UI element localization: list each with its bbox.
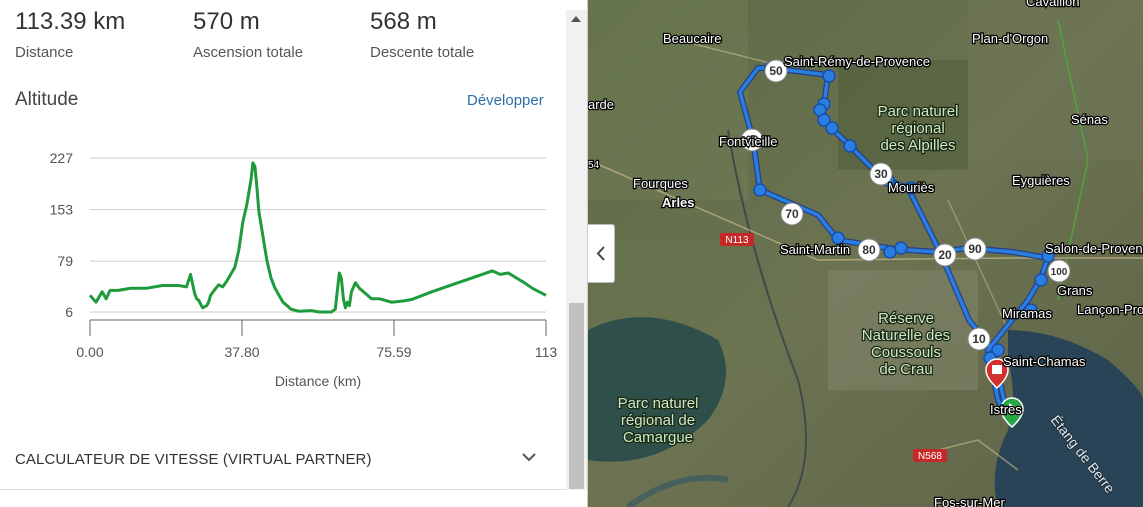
ascent-value: 570 m xyxy=(193,8,260,35)
label-fourques: Fourques xyxy=(633,176,688,191)
label-fontvieille: Fontvieille xyxy=(719,134,778,149)
y-tick-label: 227 xyxy=(50,150,74,166)
y-tick-label: 6 xyxy=(65,304,73,320)
altitude-line xyxy=(88,161,547,314)
speed-calculator-label: CALCULATEUR DE VITESSE (VIRTUAL PARTNER) xyxy=(15,451,372,468)
collapse-panel-button[interactable] xyxy=(588,224,615,283)
scroll-up-arrow-icon[interactable] xyxy=(571,16,581,22)
svg-text:80: 80 xyxy=(862,243,876,257)
distance-value: 113.39 km xyxy=(15,8,126,35)
altitude-heading: Altitude xyxy=(15,89,79,110)
label-salon: Salon-de-Provence xyxy=(1045,241,1143,256)
x-tick-label: 0.00 xyxy=(76,344,103,360)
label-reserve-1: Réserve xyxy=(878,310,934,327)
scrollbar[interactable] xyxy=(566,10,587,490)
stat-ascent: 570 m Ascension totale xyxy=(193,8,303,61)
label-eyguieres: Eyguières xyxy=(1012,173,1070,188)
x-tick-label: 75.59 xyxy=(376,344,411,360)
descent-value: 568 m xyxy=(370,8,437,35)
svg-text:70: 70 xyxy=(785,207,799,221)
km-marker-90: 90 xyxy=(963,237,987,261)
svg-text:10: 10 xyxy=(972,332,986,346)
label-saint-remy: Saint-Rémy-de-Provence xyxy=(784,54,930,69)
chart-grid xyxy=(90,157,546,313)
label-reserve-2: Naturelle des xyxy=(862,327,950,344)
x-axis-label: Distance (km) xyxy=(275,373,361,389)
chevron-left-icon xyxy=(596,246,605,261)
label-istres: Istres xyxy=(990,402,1022,417)
svg-text:50: 50 xyxy=(769,64,783,78)
label-beaucaire: Beaucaire xyxy=(663,31,722,46)
y-axis-ticks: 227 153 79 6 xyxy=(50,150,74,320)
distance-label: Distance xyxy=(15,44,74,61)
stat-descent: 568 m Descente totale xyxy=(370,8,474,61)
y-tick-label: 79 xyxy=(57,253,73,269)
svg-text:30: 30 xyxy=(874,167,888,181)
label-saint-martin: Saint-Martin xyxy=(780,242,850,257)
label-parc-alpilles-1: Parc naturel xyxy=(878,103,959,120)
speed-calculator-section[interactable]: CALCULATEUR DE VITESSE (VIRTUAL PARTNER) xyxy=(0,432,566,490)
label-camargue-1: Parc naturel xyxy=(618,395,699,412)
label-camargue-2: régional de xyxy=(621,412,695,429)
ascent-label: Ascension totale xyxy=(193,44,304,61)
label-parc-alpilles-2: régional xyxy=(891,120,944,137)
scrollbar-thumb[interactable] xyxy=(569,303,584,489)
x-tick-label: 37.80 xyxy=(224,344,259,360)
road-shield-n113: N113 xyxy=(720,233,754,246)
km-marker-20: 20 xyxy=(933,243,957,267)
label-lancon: Lançon-Provence xyxy=(1077,302,1143,317)
svg-text:N568: N568 xyxy=(918,451,942,462)
svg-text:100: 100 xyxy=(1051,267,1068,278)
label-cavaillon: Cavaillon xyxy=(1026,0,1079,9)
label-parc-alpilles-3: des Alpilles xyxy=(880,137,955,154)
svg-text:20: 20 xyxy=(938,248,952,262)
label-senas: Sénas xyxy=(1071,112,1108,127)
km-marker-80: 80 xyxy=(857,238,881,262)
activity-details-panel: 113.39 km Distance 570 m Ascension total… xyxy=(0,0,566,507)
descent-label: Descente totale xyxy=(370,44,475,61)
label-mouries: Mouriès xyxy=(888,180,935,195)
label-arles: Arles xyxy=(662,195,695,210)
altitude-chart: 227 153 79 6 0.00 37.80 75.59 113 Distance (km… xyxy=(50,150,558,389)
svg-text:90: 90 xyxy=(968,242,982,256)
label-arde: arde xyxy=(588,97,614,112)
km-marker-70: 70 xyxy=(780,202,804,226)
x-axis: 0.00 37.80 75.59 113 xyxy=(76,319,558,360)
km-marker-10: 10 xyxy=(967,327,991,351)
label-camargue-3: Camargue xyxy=(623,429,693,446)
label-reserve-4: de Crau xyxy=(879,361,932,378)
stat-distance: 113.39 km Distance xyxy=(15,8,125,61)
y-tick-label: 153 xyxy=(50,202,74,218)
chevron-down-icon[interactable] xyxy=(520,448,538,466)
label-saint-chamas: Saint-Chamas xyxy=(1003,354,1086,369)
svg-text:N113: N113 xyxy=(725,235,749,246)
label-reserve-3: Coussouls xyxy=(871,344,941,361)
x-tick-label: 113 xyxy=(535,344,558,360)
road-shield-n568: N568 xyxy=(913,449,947,462)
label-fos-sur-mer: Fos-sur-Mer xyxy=(934,495,1005,507)
label-miramas: Miramas xyxy=(1002,306,1052,321)
label-road-54: 54 xyxy=(588,160,600,171)
km-marker-100: 100 xyxy=(1047,259,1071,283)
expand-link[interactable]: Développer xyxy=(467,92,544,109)
label-plan-dorgon: Plan-d'Orgon xyxy=(972,31,1048,46)
label-grans: Grans xyxy=(1057,283,1093,298)
route-map[interactable]: 50 60 30 70 80 90 20 100 10 Beaucaire Sa… xyxy=(588,0,1143,507)
